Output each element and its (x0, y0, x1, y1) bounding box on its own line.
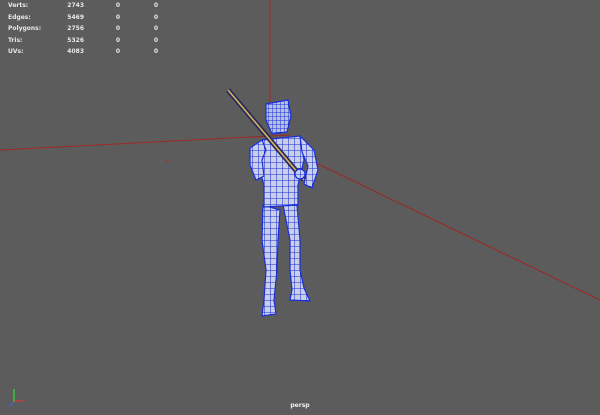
perspective-viewport[interactable]: Verts: 2743 0 0 Edges: 5469 0 0 Polygons… (0, 0, 600, 415)
wireframe-character[interactable] (226, 88, 319, 317)
right-leg (282, 204, 311, 302)
hud-value: 4083 (67, 48, 84, 56)
hud-row-tris: Tris: 5326 0 0 (8, 35, 168, 47)
hud-value: 2743 (67, 2, 84, 9)
hud-row-uvs: UVs: 4083 0 0 (8, 46, 168, 58)
hud-label: Edges: (8, 13, 31, 21)
scene-canvas[interactable] (0, 0, 600, 415)
hud-value: 0 (153, 2, 158, 9)
hud-value: 0 (115, 13, 120, 21)
head (265, 99, 292, 135)
hud-row-polygons: Polygons: 2756 0 0 (8, 23, 168, 35)
hud-row-verts: Verts: 2743 0 0 (8, 0, 168, 12)
hud-value: 2756 (67, 25, 84, 33)
hud-value: 0 (153, 25, 158, 33)
camera-name-label: persp (290, 402, 310, 409)
hud-value: 5326 (67, 36, 84, 44)
hud-label: Tris: (8, 36, 23, 44)
left-leg (261, 204, 281, 317)
hud-label: Verts: (8, 2, 29, 9)
hud-value: 0 (153, 48, 158, 56)
hud-value: 0 (115, 36, 120, 44)
origin-marker (165, 159, 169, 163)
hud-label: UVs: (8, 48, 24, 56)
grid-x-axis-far (309, 159, 600, 301)
hud-value: 0 (115, 25, 120, 33)
hud-value: 0 (115, 2, 120, 9)
hud-value: 0 (153, 36, 158, 44)
hud-value: 5469 (67, 13, 84, 21)
hand (294, 168, 306, 180)
hud-row-edges: Edges: 5469 0 0 (8, 12, 168, 24)
grid-x-axis (0, 134, 291, 151)
hud-label: Polygons: (8, 25, 42, 33)
hud-value: 0 (153, 13, 158, 21)
poly-count-hud: Verts: 2743 0 0 Edges: 5469 0 0 Polygons… (8, 0, 168, 58)
hud-value: 0 (115, 48, 120, 56)
